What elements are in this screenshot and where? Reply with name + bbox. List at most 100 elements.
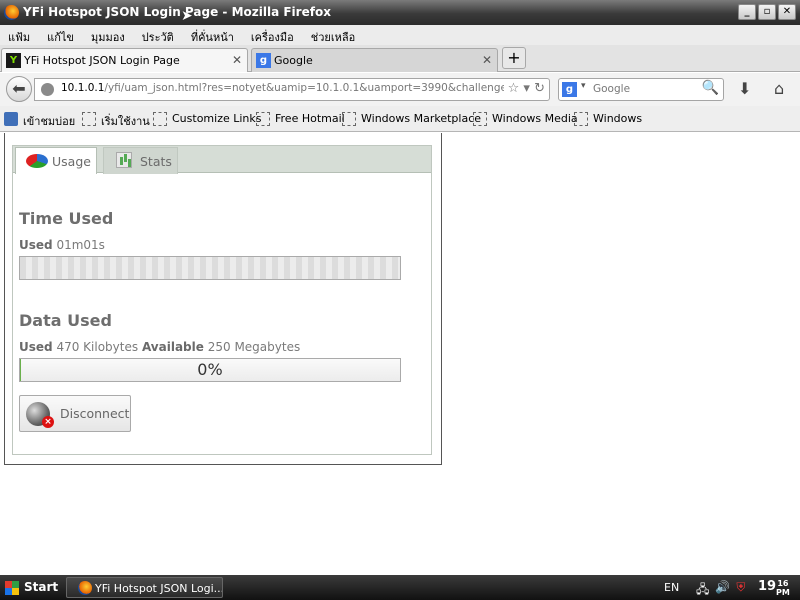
taskbar: Start YFi Hotspot JSON Logi... EN 🖧 🔊 ⛨ …: [0, 575, 800, 600]
page-content: Usage Stats Time Used Used 01m01s Data U…: [0, 133, 800, 575]
most-visited-icon: [4, 112, 18, 126]
usage-panel: Usage Stats Time Used Used 01m01s Data U…: [4, 133, 442, 465]
menu-history[interactable]: ประวัติ: [134, 25, 183, 45]
home-icon[interactable]: ⌂: [774, 79, 784, 98]
bookmark-getting-started[interactable]: เริ่มใช้งาน: [82, 112, 150, 130]
start-button[interactable]: Start: [0, 575, 60, 600]
clock[interactable]: 19 16 PM: [758, 579, 790, 597]
clock-ampm: PM: [776, 588, 790, 597]
bookmark-icon: [256, 112, 270, 126]
tab-usage[interactable]: Usage: [15, 147, 97, 174]
data-used-heading: Data Used: [19, 311, 112, 330]
url-bar[interactable]: 10.1.0.1/yfi/uam_json.html?res=notyet&ua…: [34, 78, 550, 101]
tab-stats[interactable]: Stats: [103, 147, 178, 174]
bookmark-icon: [574, 112, 588, 126]
menu-help[interactable]: ช่วยเหลือ: [303, 25, 364, 45]
search-bar[interactable]: g ▾ Google 🔍: [558, 78, 724, 101]
google-icon: g: [256, 53, 271, 68]
security-shield-icon[interactable]: ⛨: [736, 580, 745, 600]
bookmark-label: Windows: [593, 112, 643, 125]
system-tray: 🖧 🔊 ⛨: [696, 580, 745, 600]
window-title: YFi Hotspot JSON Login Page - Mozilla Fi…: [23, 5, 331, 19]
data-used-label: Used: [19, 340, 53, 354]
bookmark-windows[interactable]: Windows: [574, 112, 643, 126]
window-title-bar[interactable]: YFi Hotspot JSON Login Page - Mozilla Fi…: [0, 0, 800, 25]
url-host: 10.1.0.1: [61, 82, 105, 94]
language-indicator[interactable]: EN: [664, 581, 679, 594]
bookmark-star-icon[interactable]: ☆: [508, 81, 520, 96]
bookmark-icon: [153, 112, 167, 126]
bookmark-label: Windows Media: [492, 112, 578, 125]
close-tab-icon[interactable]: ✕: [232, 53, 242, 67]
tab-usage-label: Usage: [52, 154, 91, 169]
bookmark-label: Customize Links: [172, 112, 262, 125]
tab-yfi-login[interactable]: Y YFi Hotspot JSON Login Page ✕: [1, 48, 248, 72]
time-progress-bar: [19, 256, 401, 280]
start-label: Start: [24, 580, 59, 594]
reload-icon[interactable]: ↻: [534, 81, 545, 96]
menu-file[interactable]: แฟ้ม: [0, 25, 39, 45]
menu-tools[interactable]: เครื่องมือ: [243, 25, 303, 45]
search-input[interactable]: Google: [593, 83, 630, 95]
disconnect-label: Disconnect: [60, 406, 130, 421]
yfi-icon: Y: [6, 53, 21, 68]
clock-minute: 16: [777, 579, 789, 588]
url-path: /yfi/uam_json.html?res=notyet&uamip=10.1…: [104, 82, 530, 94]
chevron-down-icon[interactable]: ▾: [581, 81, 586, 91]
close-window-button[interactable]: ✕: [778, 4, 796, 20]
bookmark-windows-marketplace[interactable]: Windows Marketplace: [342, 112, 481, 126]
back-button[interactable]: ⬅: [6, 76, 32, 102]
tab-stats-label: Stats: [140, 154, 172, 169]
new-tab-button[interactable]: +: [502, 47, 526, 69]
bookmark-label: Free Hotmail: [275, 112, 345, 125]
data-available-label: Available: [141, 340, 204, 354]
bookmark-customize-links[interactable]: Customize Links: [153, 112, 262, 126]
tab-strip: Y YFi Hotspot JSON Login Page ✕ g Google…: [0, 45, 800, 72]
bookmark-free-hotmail[interactable]: Free Hotmail: [256, 112, 345, 126]
time-used-label: Used: [19, 238, 53, 252]
data-used-value: 470 Kilobytes: [56, 340, 139, 354]
firefox-icon: [78, 581, 92, 595]
google-search-icon[interactable]: g: [562, 82, 577, 97]
pie-chart-icon: [26, 154, 48, 168]
close-tab-icon[interactable]: ✕: [482, 53, 492, 67]
restore-button[interactable]: ▫: [758, 4, 776, 20]
time-used-line: Used 01m01s: [19, 238, 105, 252]
data-available-value: 250 Megabytes: [207, 340, 301, 354]
usage-tab-bar: Usage Stats: [13, 146, 431, 174]
menu-edit[interactable]: แก้ไข: [39, 25, 83, 45]
bar-chart-icon: [116, 152, 132, 168]
menu-view[interactable]: มุมมอง: [83, 25, 134, 45]
bookmark-most-visited[interactable]: เข้าชมบ่อย: [4, 112, 75, 130]
volume-icon[interactable]: 🔊: [715, 580, 730, 600]
mouse-cursor-icon: ➤: [181, 8, 193, 24]
url-dropdown-icon[interactable]: ▾: [523, 81, 530, 96]
windows-logo-icon: [5, 581, 19, 595]
data-progress-fill: [20, 359, 21, 381]
tab-label: YFi Hotspot JSON Login Page: [24, 54, 180, 67]
data-progress-text: 0%: [197, 360, 223, 379]
menu-bookmarks[interactable]: ที่คั่นหน้า: [183, 25, 243, 45]
bookmark-icon: [473, 112, 487, 126]
firefox-icon: [4, 5, 19, 20]
bookmark-label: เข้าชมบ่อย: [23, 115, 76, 128]
search-icon[interactable]: 🔍: [702, 80, 719, 96]
time-used-value: 01m01s: [56, 238, 105, 252]
network-icon[interactable]: 🖧: [696, 580, 709, 600]
error-x-icon: ×: [42, 416, 54, 428]
usage-tabs-container: Usage Stats Time Used Used 01m01s Data U…: [12, 145, 432, 455]
taskbar-item-label: YFi Hotspot JSON Logi...: [95, 582, 223, 595]
site-identity-icon[interactable]: [41, 83, 54, 96]
clock-hour: 19: [758, 579, 777, 594]
tab-google[interactable]: g Google ✕: [251, 48, 498, 72]
data-used-line: Used 470 Kilobytes Available 250 Megabyt…: [19, 340, 300, 354]
download-icon[interactable]: ⬇: [738, 79, 751, 98]
disconnect-button[interactable]: × Disconnect: [19, 395, 131, 432]
bookmark-label: เริ่มใช้งาน: [101, 115, 150, 128]
minimize-button[interactable]: _: [738, 4, 756, 20]
data-progress-bar: 0%: [19, 358, 401, 382]
bookmark-windows-media[interactable]: Windows Media: [473, 112, 578, 126]
taskbar-firefox-item[interactable]: YFi Hotspot JSON Logi...: [66, 577, 223, 598]
time-used-heading: Time Used: [19, 209, 114, 228]
bookmark-icon: [82, 112, 96, 126]
